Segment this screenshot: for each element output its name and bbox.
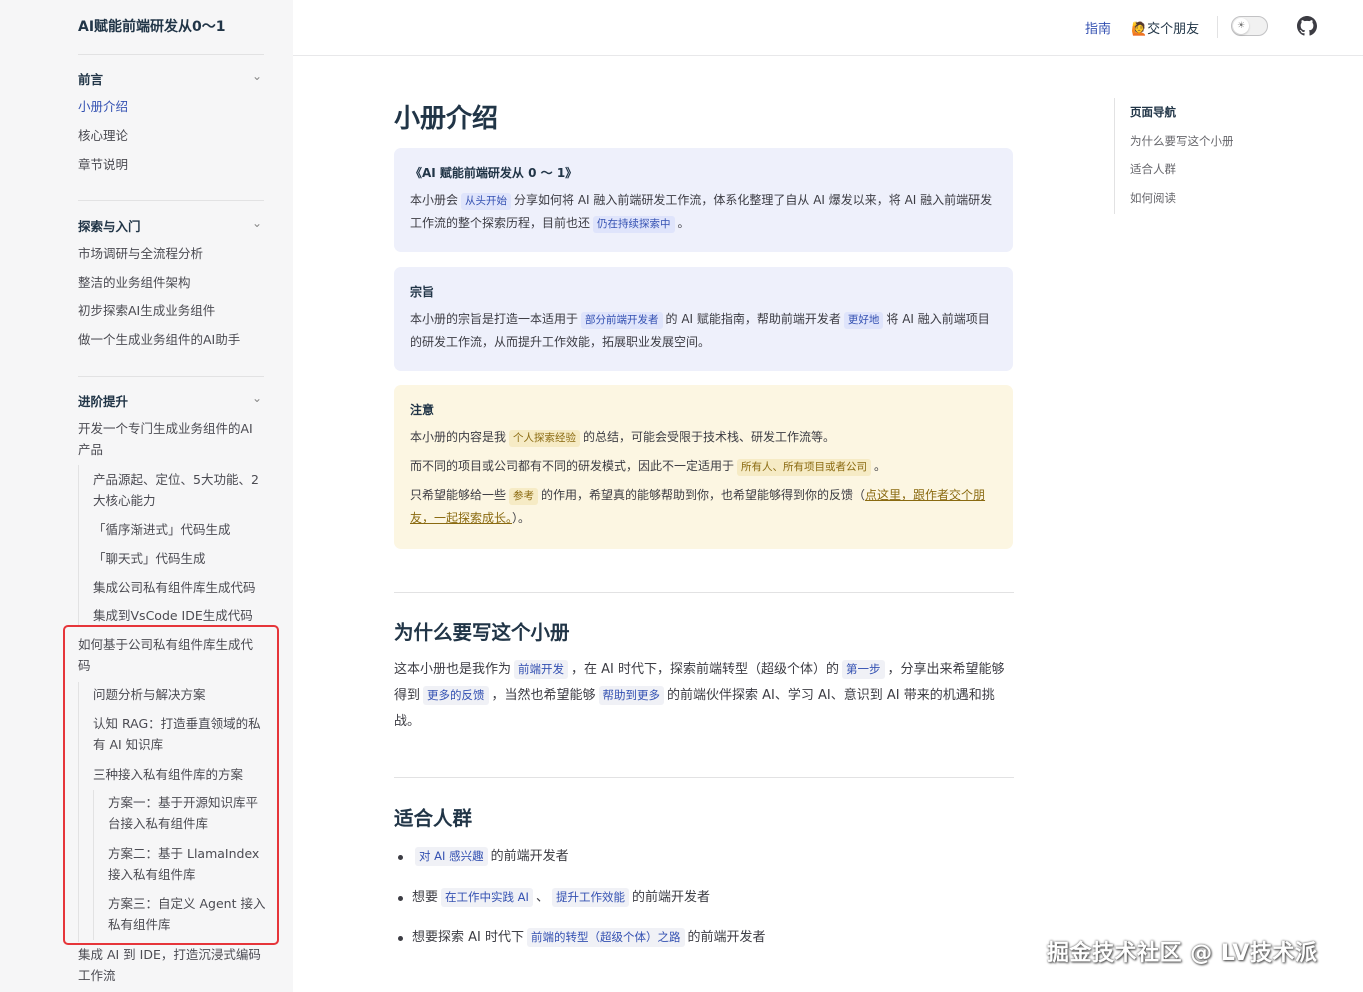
sidebar-subitem[interactable]: 产品源起、定位、5大功能、2大核心能力	[93, 469, 265, 511]
chevron-down-icon[interactable]: ⌄	[252, 69, 262, 83]
nav-guide-link[interactable]: 指南	[1085, 18, 1111, 37]
tag: 部分前端开发者	[581, 312, 663, 329]
sidebar-item[interactable]: 初步探索AI生成业务组件	[78, 300, 215, 321]
site-title[interactable]: AI赋能前端研发从0～1	[78, 16, 226, 36]
box-text: 而不同的项目或公司都有不同的研发模式，因此不一定适用于 所有人、所有项目或者公司。	[410, 455, 997, 478]
code-tag: 更多的反馈	[423, 686, 489, 705]
chevron-down-icon[interactable]: ⌄	[252, 391, 262, 405]
code-tag: 帮助到更多	[598, 686, 665, 705]
warning-box-notice: 注意 本小册的内容是我 个人探索经验 的总结，可能会受限于技术栈、研发工作流等。 而…	[394, 385, 1013, 549]
sidebar-item[interactable]: 市场调研与全流程分析	[78, 243, 203, 264]
code-tag: 提升工作效能	[551, 888, 629, 907]
sidebar-item[interactable]: 做一个生成业务组件的AI助手	[78, 329, 240, 350]
section-heading-audience: 适合人群	[394, 807, 473, 830]
why-paragraph: 这本小册也是我作为 前端开发 ，在 AI 时代下，探索前端转型（超级个体）的 第一步，…	[394, 660, 1005, 729]
group-title: 进阶提升	[78, 394, 129, 409]
group-advanced[interactable]: 进阶提升 ⌄	[78, 391, 264, 411]
code-tag: 前端开发	[514, 660, 569, 679]
info-box-intro: 《AI 赋能前端研发从 0 ～ 1》 本小册会 从头开始 分享如何将 AI 融入前端…	[394, 148, 1013, 252]
list-item: 对 AI 感兴趣 的前端开发者	[398, 846, 569, 868]
code-tag: 第一步	[842, 660, 885, 679]
box-text: 本小册的宗旨是打造一本适用于 部分前端开发者的 AI 赋能指南，帮助前端开发者 更好…	[410, 312, 990, 349]
page-title: 小册介绍	[394, 104, 499, 134]
tag: 从头开始	[461, 193, 512, 210]
top-nav: 指南 🙋交个朋友 ☀	[293, 0, 1363, 56]
divider	[78, 376, 264, 377]
sidebar-item-chapters[interactable]: 章节说明	[78, 154, 128, 175]
code-tag: 前端的转型（超级个体）之路	[527, 928, 685, 947]
section-heading-why: 为什么要写这个小册	[394, 621, 570, 644]
divider	[1217, 16, 1218, 38]
outline-title: 页面导航	[1130, 105, 1176, 119]
tag: 更好地	[843, 312, 884, 329]
group-preface[interactable]: 前言 ⌄	[78, 69, 264, 89]
code-tag: 在工作中实践 AI	[441, 888, 533, 907]
highlight-annotation	[63, 625, 279, 945]
tag: 个人探索经验	[509, 430, 581, 447]
tag: 仍在持续探索中	[593, 216, 675, 233]
box-title: 《AI 赋能前端研发从 0 ～ 1》	[410, 166, 578, 180]
box-title: 注意	[410, 403, 435, 417]
sidebar: AI赋能前端研发从0～1 前言 ⌄ 小册介绍 核心理论 章节说明 探索与入门 ⌄…	[0, 0, 293, 992]
theme-toggle[interactable]: ☀	[1231, 16, 1268, 36]
tag: 所有人、所有项目或者公司	[737, 459, 872, 476]
divider	[78, 200, 264, 201]
outline-item[interactable]: 为什么要写这个小册	[1130, 133, 1234, 149]
box-text: 只希望能够给一些 参考 的作用，希望真的能够帮助到你，也希望能够得到你的反馈（点这里…	[410, 488, 986, 525]
list-item: 想要探索 AI 时代下 前端的转型（超级个体）之路 的前端开发者	[398, 927, 766, 949]
divider	[394, 592, 1014, 593]
sidebar-item[interactable]: 开发一个专门生成业务组件的AI产品	[78, 418, 262, 460]
outline-item[interactable]: 适合人群	[1130, 161, 1176, 177]
sidebar-subitem[interactable]: 集成公司私有组件库生成代码	[93, 577, 256, 598]
sidebar-item[interactable]: 整洁的业务组件架构	[78, 272, 191, 293]
nav-friend-link[interactable]: 🙋交个朋友	[1131, 18, 1199, 37]
sidebar-item-core-theory[interactable]: 核心理论	[78, 125, 128, 146]
sidebar-item[interactable]: 集成 AI 到 IDE，打造沉浸式编码工作流	[78, 944, 264, 986]
box-text: 本小册会 从头开始 分享如何将 AI 融入前端研发工作流，体系化整理了自从 AI 爆…	[410, 189, 997, 235]
divider	[394, 777, 1014, 778]
watermark: 掘金技术社区 @ LV技术派	[1047, 941, 1318, 966]
sidebar-item-intro[interactable]: 小册介绍	[78, 96, 128, 117]
group-title: 探索与入门	[78, 219, 141, 234]
list-item: 想要 在工作中实践 AI、提升工作效能 的前端开发者	[398, 887, 710, 909]
group-explore[interactable]: 探索与入门 ⌄	[78, 216, 264, 236]
divider	[78, 54, 264, 55]
info-box-purpose: 宗旨 本小册的宗旨是打造一本适用于 部分前端开发者的 AI 赋能指南，帮助前端开发…	[394, 267, 1013, 371]
chevron-down-icon[interactable]: ⌄	[252, 216, 262, 230]
github-icon[interactable]	[1297, 16, 1317, 36]
code-tag: 对 AI 感兴趣	[415, 847, 488, 866]
sidebar-subitem[interactable]: 集成到VsCode IDE生成代码	[93, 605, 253, 626]
box-title: 宗旨	[410, 285, 435, 299]
outline-rail	[1114, 98, 1115, 214]
group-title: 前言	[78, 72, 104, 87]
nest-rail	[78, 465, 79, 625]
sidebar-subitem[interactable]: 「循序渐进式」代码生成	[93, 519, 231, 540]
tag: 参考	[509, 488, 539, 505]
sun-icon: ☀	[1233, 18, 1249, 34]
sidebar-subitem[interactable]: 「聊天式」代码生成	[93, 548, 206, 569]
box-text: 本小册的内容是我 个人探索经验 的总结，可能会受限于技术栈、研发工作流等。	[410, 426, 997, 449]
outline-item[interactable]: 如何阅读	[1130, 190, 1176, 206]
